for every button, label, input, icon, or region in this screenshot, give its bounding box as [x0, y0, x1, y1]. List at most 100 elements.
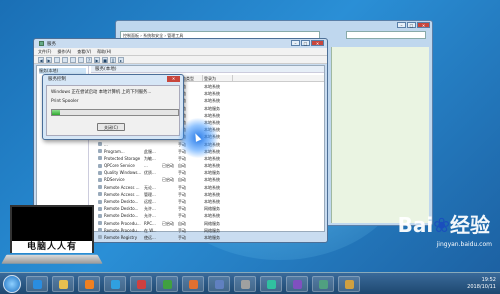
service-status [161, 141, 177, 148]
refresh-icon[interactable] [70, 57, 76, 63]
service-status [161, 169, 177, 176]
service-startup-type: 手动 [178, 191, 186, 197]
table-row[interactable]: Remote Deskto... 允许... 手动 本地系统 [97, 212, 324, 219]
service-status: 已启动 [162, 220, 174, 226]
forward-arrow-icon[interactable]: ▶ [46, 57, 52, 63]
browser-icon [162, 279, 172, 289]
music-icon [292, 279, 302, 289]
table-row[interactable]: Remote Access ... 无论... 手动 本地系统 [97, 184, 324, 191]
service-name: Quality Windows... [97, 169, 143, 176]
service-startup-type: 手动 [178, 227, 186, 233]
service-status [161, 148, 177, 155]
service-logon-as: 网络服务 [204, 227, 220, 233]
maximize-button[interactable]: □ [301, 40, 310, 46]
service-description: 远程... [144, 199, 156, 204]
restart-icon[interactable]: ▸ [118, 57, 124, 63]
close-button[interactable]: ✕ [311, 40, 324, 46]
taskbar-item[interactable] [104, 276, 126, 292]
table-row[interactable]: Remote Procedu... RPC... 已启动 自动 网络服务 [97, 220, 324, 227]
close-dialog-button[interactable]: 关闭(C) [97, 123, 125, 131]
table-row[interactable]: Remote Procedu... 在 W... 手动 网络服务 [97, 227, 324, 234]
clock-date[interactable]: 2018/10/11 [467, 284, 496, 291]
table-row[interactable]: Quality Windows... 优质... 手动 本地服务 [97, 169, 324, 176]
table-row[interactable]: Protected Storage 为敏... 手动 本地系统 [97, 155, 324, 162]
back-arrow-icon[interactable]: ◀ [38, 57, 44, 63]
service-description: 无论... [144, 184, 156, 190]
watermark-brand2: 经验 [450, 213, 490, 237]
tool-icon [240, 279, 250, 289]
service-description: 允许... [144, 206, 156, 212]
service-logon-as: 本地系统 [204, 213, 220, 219]
service-name: Remote Deskto... [97, 198, 143, 205]
table-row[interactable]: RDService 已启动 自动 本地系统 [97, 176, 324, 183]
taskbar-item[interactable] [312, 276, 334, 292]
paw-icon: ❀ [433, 213, 450, 237]
taskbar-item[interactable] [130, 276, 152, 292]
service-name: Remote Access ... [97, 191, 143, 198]
service-logon-as: 本地系统 [204, 177, 220, 183]
service-status [161, 227, 177, 234]
service-name: Remote Registry [97, 234, 143, 241]
menu-help[interactable]: 帮助(H) [97, 48, 111, 55]
watermark-url: jingyan.baidu.com [436, 241, 492, 248]
table-row[interactable]: QPCore Service... 已启动 自动 本地系统 [97, 162, 324, 169]
minimize-button[interactable]: – [291, 40, 300, 46]
table-row[interactable]: Remote Deskto... 远程... 手动 本地系统 [97, 198, 324, 205]
taskbar-item[interactable] [338, 276, 360, 292]
properties-icon[interactable] [62, 57, 68, 63]
menu-file[interactable]: 文件(F) [38, 48, 51, 55]
start-icon[interactable]: ▶ [94, 57, 100, 63]
export-icon[interactable] [78, 57, 84, 63]
dialog-close-icon[interactable]: ✕ [167, 76, 180, 82]
back-window-titlebar [116, 21, 432, 29]
service-name: Remote Access ... [97, 184, 143, 191]
service-logon-as: 本地系统 [204, 163, 220, 169]
minimize-button[interactable]: – [397, 22, 406, 28]
taskbar-item[interactable] [156, 276, 178, 292]
chat-icon [266, 279, 276, 289]
service-description: 为敏... [144, 155, 156, 161]
taskbar-item[interactable] [26, 276, 48, 292]
service-description: 管理... [144, 191, 156, 197]
close-button[interactable]: ✕ [417, 22, 430, 28]
table-row[interactable]: Remote Registry 使远... 手动 本地服务 [97, 234, 324, 241]
services-titlebar: 服务 – □ ✕ [34, 39, 327, 48]
service-description [143, 176, 161, 183]
menu-view[interactable]: 查看(V) [77, 48, 91, 55]
service-startup-type: 手动 [178, 234, 186, 240]
pause-icon[interactable]: ‖ [110, 57, 116, 63]
start-button[interactable] [3, 275, 21, 293]
toolbar: ◀ ▶ ? ▶ ■ ‖ ▸ [34, 56, 327, 64]
taskbar-item[interactable] [78, 276, 100, 292]
taskbar-item[interactable] [286, 276, 308, 292]
progress-fill [52, 110, 60, 115]
table-row[interactable]: Remote Deskto... 允许... 手动 网络服务 [97, 205, 324, 212]
console-icon[interactable] [54, 57, 60, 63]
preview-pane [331, 47, 429, 223]
service-logon-as: 网络服务 [204, 206, 220, 212]
dialog-service-name: Print Spooler [51, 99, 79, 104]
taskbar-item[interactable] [260, 276, 282, 292]
service-description: ... [144, 163, 148, 169]
maximize-button[interactable]: □ [407, 22, 416, 28]
game-icon [136, 279, 146, 289]
service-description: RPC... [144, 220, 156, 226]
baidu-watermark: Bai❀经验 [398, 209, 490, 238]
service-name: Remote Deskto... [97, 212, 143, 219]
service-status [161, 191, 177, 198]
service-description: 优质... [144, 170, 156, 176]
taskbar-item[interactable] [182, 276, 204, 292]
column-logon-as[interactable]: 登录为 [203, 75, 233, 81]
help-icon[interactable]: ? [86, 57, 92, 63]
table-row[interactable]: Remote Access ... 管理... 手动 本地系统 [97, 191, 324, 198]
taskbar-item[interactable] [234, 276, 256, 292]
stop-icon[interactable]: ■ [102, 57, 108, 63]
search-input[interactable] [346, 31, 426, 39]
menu-action[interactable]: 操作(A) [57, 48, 71, 55]
service-name: ... [97, 141, 143, 148]
taskbar-item[interactable] [52, 276, 74, 292]
clock-time[interactable]: 19:52 [467, 277, 496, 284]
service-startup-type: 自动 [178, 220, 186, 226]
service-name: Protected Storage [97, 155, 143, 162]
taskbar-item[interactable] [208, 276, 230, 292]
